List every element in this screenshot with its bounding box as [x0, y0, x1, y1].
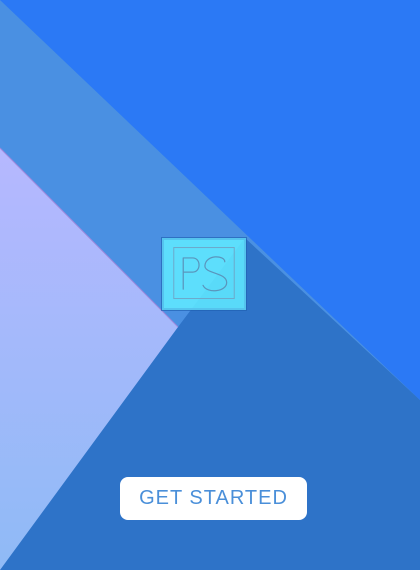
get-started-button[interactable]: GET STARTED — [120, 477, 307, 520]
onboarding-screen: GET STARTED — [0, 0, 420, 570]
logo-tile — [162, 238, 246, 310]
ps-monogram-icon — [173, 247, 235, 300]
logo-letter-s — [202, 256, 228, 292]
logo-letter-p — [182, 257, 200, 290]
